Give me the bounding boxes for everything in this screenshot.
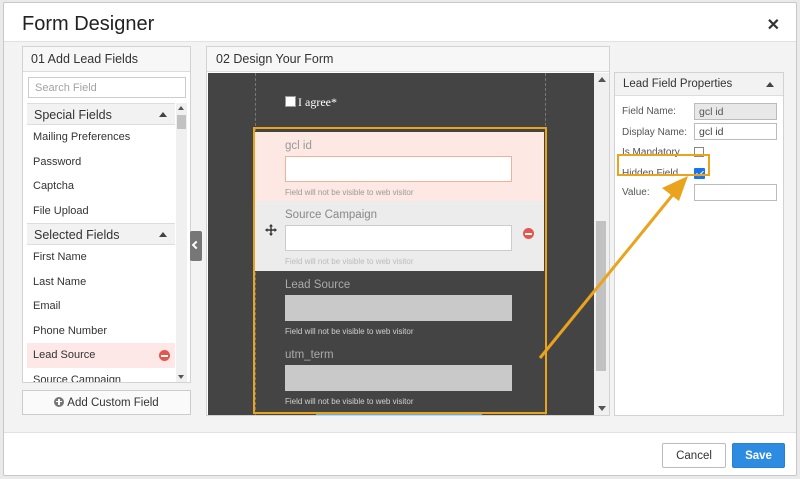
list-item-label: Lead Source (33, 349, 96, 361)
list-item-phone-number[interactable]: Phone Number (27, 319, 175, 344)
list-item-mailing-preferences[interactable]: Mailing Preferences (27, 125, 175, 150)
selected-fields-header[interactable]: Selected Fields (27, 223, 175, 245)
form-field-note: Field will not be visible to web visitor (285, 397, 414, 406)
save-button[interactable]: Save (732, 443, 785, 468)
lead-field-properties-panel: Lead Field Properties Field Name: Displa… (614, 72, 784, 416)
field-name-input (694, 103, 777, 120)
remove-icon[interactable] (523, 228, 534, 239)
form-guide-right (545, 73, 546, 415)
collapse-up-icon (159, 112, 167, 117)
special-fields-header[interactable]: Special Fields (27, 103, 175, 125)
collapse-up-icon (766, 82, 774, 87)
add-lead-fields-panel: 01 Add Lead Fields Special Fields Mailin… (22, 46, 191, 383)
form-field-source-campaign[interactable]: Source Campaign Field will not be visibl… (255, 201, 544, 271)
special-fields-label: Special Fields (34, 108, 112, 122)
form-field-note: Field will not be visible to web visitor (285, 188, 414, 197)
display-name-label: Display Name: (622, 127, 688, 138)
list-item-email[interactable]: Email (27, 294, 175, 319)
is-mandatory-checkbox[interactable] (694, 147, 704, 157)
collapse-panel-button[interactable] (190, 231, 202, 261)
agree-checkbox[interactable] (285, 96, 296, 107)
scroll-down-icon[interactable] (178, 375, 184, 379)
cancel-button[interactable]: Cancel (662, 443, 726, 468)
dialog-body: 01 Add Lead Fields Special Fields Mailin… (4, 41, 796, 433)
form-canvas: I agree* gcl id Field will not be visibl… (208, 73, 594, 415)
lead-field-properties-label: Lead Field Properties (623, 78, 733, 90)
scroll-up-icon[interactable] (178, 106, 184, 110)
canvas-scrollbar[interactable] (594, 73, 609, 415)
add-custom-field-button[interactable]: Add Custom Field (22, 390, 191, 415)
scroll-up-icon[interactable] (598, 77, 606, 82)
list-item-first-name[interactable]: First Name (27, 245, 175, 270)
value-label: Value: (622, 187, 650, 198)
form-field-label: utm_term (285, 349, 334, 361)
form-designer-dialog: Form Designer ✕ 01 Add Lead Fields Speci… (3, 2, 797, 476)
search-field-input[interactable] (28, 77, 186, 98)
agree-label: I agree* (298, 95, 337, 109)
list-item-lead-source[interactable]: Lead Source (27, 343, 175, 368)
value-input[interactable] (694, 184, 777, 201)
dialog-title: Form Designer (22, 13, 155, 35)
design-form-header: 02 Design Your Form (207, 47, 609, 72)
agree-checkbox-field[interactable]: I agree* (285, 95, 337, 110)
field-list-scrollbar[interactable] (176, 103, 187, 382)
form-field-note: Field will not be visible to web visitor (285, 257, 414, 266)
scroll-down-icon[interactable] (598, 406, 606, 411)
list-item-captcha[interactable]: Captcha (27, 174, 175, 199)
form-field-label: Lead Source (285, 279, 351, 291)
selected-fields-label: Selected Fields (34, 228, 120, 242)
form-field-gcl-id[interactable]: gcl id Field will not be visible to web … (255, 132, 544, 202)
form-field-note: Field will not be visible to web visitor (285, 327, 414, 336)
form-field-utm-term[interactable]: utm_term Field will not be visible to we… (255, 341, 544, 411)
form-field-input (285, 365, 512, 391)
lead-field-properties-header[interactable]: Lead Field Properties (615, 73, 783, 96)
add-lead-fields-header: 01 Add Lead Fields (23, 47, 190, 72)
add-custom-field-label: Add Custom Field (67, 396, 159, 409)
hidden-field-label: Hidden Field (622, 168, 679, 179)
form-submit-button[interactable] (316, 414, 482, 415)
remove-icon[interactable] (159, 350, 170, 361)
scroll-thumb[interactable] (177, 115, 186, 129)
collapse-up-icon (159, 232, 167, 237)
display-name-input[interactable] (694, 123, 777, 140)
hidden-field-checkbox[interactable] (694, 168, 705, 179)
form-field-input (285, 295, 512, 321)
plus-circle-icon (54, 396, 65, 407)
form-field-label: gcl id (285, 140, 312, 152)
form-field-input (285, 156, 512, 182)
move-icon[interactable] (265, 224, 277, 236)
field-name-label: Field Name: (622, 106, 676, 117)
list-item-source-campaign[interactable]: Source Campaign (27, 368, 175, 383)
list-item-password[interactable]: Password (27, 150, 175, 175)
design-form-panel: 02 Design Your Form I agree* gcl id Fiel… (206, 46, 610, 416)
form-field-label: Source Campaign (285, 209, 378, 221)
list-item-file-upload[interactable]: File Upload (27, 199, 175, 224)
field-list: Special Fields Mailing Preferences Passw… (27, 103, 175, 382)
scroll-thumb[interactable] (596, 221, 606, 371)
form-field-input (285, 225, 512, 251)
form-field-lead-source[interactable]: Lead Source Field will not be visible to… (255, 271, 544, 341)
close-icon[interactable]: ✕ (767, 15, 780, 35)
list-item-last-name[interactable]: Last Name (27, 270, 175, 295)
is-mandatory-label: Is Mandatory (622, 147, 680, 158)
chevron-left-icon (191, 240, 201, 250)
